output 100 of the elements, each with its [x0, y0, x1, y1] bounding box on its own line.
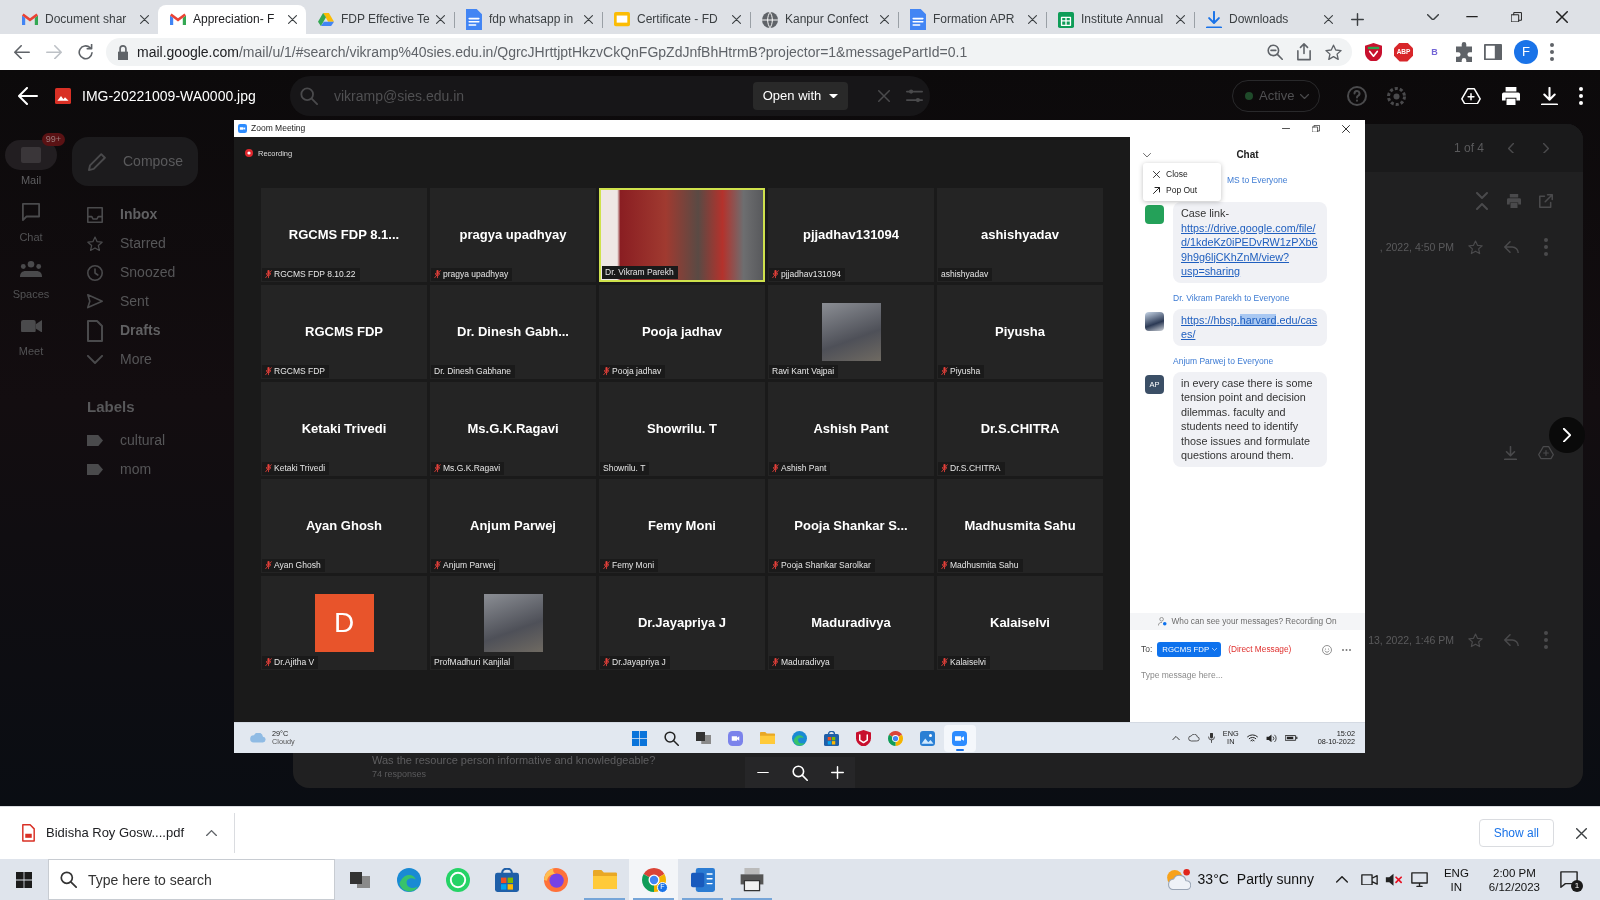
shopping-bag-icon[interactable]	[494, 867, 519, 892]
address-bar[interactable]: mail.google.com/mail/u/1/#search/vikramp%40sies.edu.in/QgrcJHrttjptHkzvCkQnFGpZdJnfBhHtrmB?projector=1&messagePartId=0.1	[106, 38, 1352, 66]
swirl-logo-icon[interactable]	[792, 730, 807, 746]
more-icon[interactable]	[1579, 87, 1583, 105]
puzzle-icon[interactable]	[1456, 41, 1472, 63]
triangle-plus-icon[interactable]	[1461, 87, 1481, 105]
browser-tab[interactable]: Institute Annual	[1046, 5, 1194, 34]
browser-tab[interactable]: Formation APR	[898, 5, 1046, 34]
magnifier-icon[interactable]	[791, 764, 808, 781]
browser-tab[interactable]: Downloads	[1194, 5, 1342, 34]
close-icon[interactable]	[436, 15, 445, 24]
minimize-icon[interactable]	[1465, 16, 1478, 18]
printer-icon[interactable]	[1502, 87, 1520, 105]
folder-item[interactable]: Snoozed	[72, 258, 237, 287]
tab-search-chevron-icon[interactable]	[1426, 13, 1439, 21]
browser-tab[interactable]: fdp whatsapp in	[454, 5, 602, 34]
star-icon[interactable]	[1468, 239, 1483, 255]
label-item[interactable]: cultural	[72, 426, 237, 455]
menu-item[interactable]: Close	[1143, 166, 1221, 182]
close-icon[interactable]	[140, 15, 149, 24]
orb-logo-icon[interactable]	[543, 867, 568, 892]
close-icon[interactable]	[1324, 15, 1333, 24]
network-icon[interactable]	[1410, 871, 1428, 888]
compose-button[interactable]: Compose	[72, 137, 198, 186]
back-arrow-icon[interactable]	[14, 44, 30, 60]
document-tile-icon[interactable]	[690, 867, 715, 892]
task-view-icon[interactable]	[349, 871, 370, 888]
close-icon[interactable]	[880, 15, 889, 24]
close-icon[interactable]	[1176, 15, 1185, 24]
browser-tab[interactable]: FDP Effective Te	[306, 5, 454, 34]
message-link[interactable]: https://hbsp.harvard.edu/cases/	[1181, 312, 1319, 342]
rail-item[interactable]: 99+ Mail	[5, 133, 66, 187]
message-header: Dr. Vikram Parekh to Everyone	[1172, 292, 1291, 304]
lock-icon[interactable]	[118, 44, 128, 60]
participant-label: Ayan Ghosh	[274, 560, 321, 571]
video-chat-icon[interactable]	[728, 730, 743, 746]
browser-tab[interactable]: Document shar	[10, 5, 158, 34]
close-icon[interactable]	[584, 15, 593, 24]
shield-icon[interactable]	[856, 729, 871, 747]
battery-icon[interactable]	[1284, 735, 1298, 741]
video-camera-icon[interactable]	[952, 730, 967, 746]
chevron-up-icon[interactable]	[1335, 876, 1348, 883]
search-input[interactable]: Type here to search	[48, 859, 335, 900]
side-panel-icon[interactable]	[1484, 43, 1502, 61]
cloud-outline-icon[interactable]	[1187, 734, 1200, 742]
message-link[interactable]: https://drive.google.com/file/d/1kdeKz0iPEDvRW1zPXb69h9g6ljCKhZnM/view?usp=sharing	[1181, 220, 1319, 279]
profile-button[interactable]: F	[1514, 40, 1538, 64]
folder-item[interactable]: More	[72, 345, 237, 374]
rail-item[interactable]: Chat	[5, 190, 66, 244]
shield-icon[interactable]	[1365, 42, 1382, 62]
emoji-icon[interactable]	[1322, 644, 1332, 655]
star-icon[interactable]	[1325, 43, 1342, 61]
microphone-icon[interactable]	[1207, 733, 1215, 743]
tricolor-ring-icon[interactable]	[888, 730, 903, 746]
printer-icon[interactable]	[739, 867, 764, 892]
rail-item[interactable]: Spaces	[5, 247, 66, 301]
speaker-icon[interactable]	[1265, 733, 1277, 743]
task-view-icon[interactable]	[696, 732, 711, 744]
message-input[interactable]: Type message here...	[1141, 668, 1301, 682]
search-icon[interactable]	[664, 730, 679, 746]
webcam-icon[interactable]	[1360, 873, 1378, 886]
reload-icon[interactable]	[78, 44, 94, 60]
windows-logo-icon[interactable]	[16, 871, 32, 888]
close-icon[interactable]	[288, 15, 297, 24]
browser-tab[interactable]: Appreciation- F	[158, 5, 306, 34]
tricolor-ring-icon[interactable]	[641, 867, 666, 892]
shopping-bag-icon[interactable]	[824, 730, 839, 746]
close-icon[interactable]	[1028, 15, 1037, 24]
folder-item[interactable]: Inbox	[72, 200, 237, 229]
sun-cloud-icon[interactable]	[1165, 868, 1191, 891]
extension-button[interactable]: B	[1425, 42, 1444, 62]
close-icon[interactable]	[1576, 827, 1587, 839]
open-with-button[interactable]: Open with	[752, 82, 849, 110]
landscape-photo-icon[interactable]	[920, 730, 935, 746]
close-icon[interactable]	[1555, 11, 1568, 23]
new-tab-plus-icon[interactable]	[1351, 13, 1364, 26]
zoom-in-plus-icon[interactable]	[830, 766, 844, 779]
more-icon[interactable]	[1550, 43, 1554, 61]
folder-item[interactable]: Starred	[72, 229, 237, 258]
swirl-logo-icon[interactable]	[396, 867, 421, 892]
browser-tab[interactable]: Kanpur Confect	[750, 5, 898, 34]
muted-speaker-icon[interactable]	[1384, 872, 1402, 887]
browser-tab[interactable]: Certificate - FD	[602, 5, 750, 34]
rail-item[interactable]: Meet	[5, 304, 66, 358]
star-icon[interactable]	[1468, 632, 1483, 648]
folder-item[interactable]: Drafts	[72, 316, 237, 345]
zoom-out-icon[interactable]	[1267, 44, 1283, 60]
menu-item[interactable]: Pop Out	[1143, 182, 1221, 198]
wifi-icon[interactable]	[1246, 733, 1258, 743]
folder-item[interactable]: Sent	[72, 287, 237, 316]
zoom-out-minus-icon[interactable]	[756, 771, 769, 774]
label-item[interactable]: mom	[72, 455, 237, 484]
restore-icon[interactable]	[1511, 11, 1522, 23]
chevron-up-icon[interactable]	[206, 829, 217, 837]
close-icon[interactable]	[732, 15, 741, 24]
notification-icon[interactable]	[1560, 870, 1578, 889]
download-item[interactable]: Bidisha Roy Gosw....pdf	[0, 813, 184, 853]
show-all-button[interactable]: Show all	[1478, 819, 1554, 847]
chevron-down-icon[interactable]	[1143, 152, 1151, 158]
share-icon[interactable]	[1297, 43, 1311, 61]
